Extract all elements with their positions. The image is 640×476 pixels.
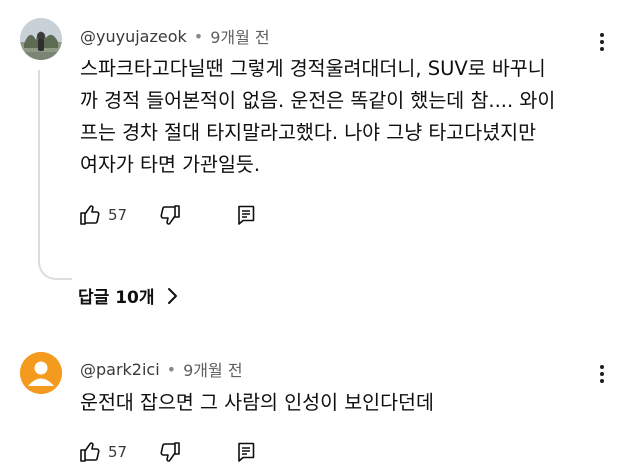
default-avatar-icon (20, 352, 62, 394)
like-button[interactable] (78, 203, 102, 227)
replies-toggle[interactable]: 답글 10개 (78, 283, 179, 308)
more-vert-icon[interactable] (592, 28, 612, 56)
dislike-button[interactable] (158, 203, 182, 227)
thread-connector (38, 70, 72, 280)
reply-button[interactable] (234, 203, 258, 227)
comment-actions: 57 (78, 203, 258, 227)
comment-meta: @yuyujazeok • 9개월 전 (80, 24, 270, 48)
comment-author[interactable]: @yuyujazeok (80, 27, 187, 46)
thumb-up-icon (78, 203, 102, 227)
avatar-photo (20, 18, 62, 60)
thumb-up-icon (78, 440, 102, 464)
comment-text: 스파크타고다닐땐 그렇게 경적울려대더니, SUV로 바꾸니 까 경적 들어본적… (80, 53, 610, 181)
more-vert-icon[interactable] (592, 360, 612, 388)
comment-text-line: 스파크타고다닐땐 그렇게 경적울려대더니, SUV로 바꾸니 (80, 57, 546, 80)
replies-label: 답글 10개 (78, 288, 155, 308)
comment-timestamp[interactable]: 9개월 전 (210, 24, 269, 48)
reply-button[interactable] (234, 440, 258, 464)
comment-meta: @park2ici • 9개월 전 (80, 357, 243, 381)
chevron-right-icon (167, 287, 179, 305)
comment-text-line: 프는 경차 절대 타지말라고했다. 나야 그냥 타고다녔지만 (80, 121, 537, 144)
comment-timestamp[interactable]: 9개월 전 (183, 357, 242, 381)
comment-text-line: 까 경적 들어본적이 없음. 운전은 똑같이 했는데 참.... 와이 (80, 89, 556, 112)
comment-text-line: 여자가 타면 가관일듯. (80, 153, 261, 176)
comment-actions: 57 (78, 440, 258, 464)
comment-author[interactable]: @park2ici (80, 360, 160, 379)
reply-icon (234, 203, 258, 227)
meta-separator: • (166, 359, 177, 379)
meta-separator: • (193, 26, 204, 46)
reply-icon (234, 440, 258, 464)
like-count: 57 (108, 206, 128, 224)
comment-text: 운전대 잡으면 그 사람의 인성이 보인다던데 (80, 391, 434, 414)
thumb-down-icon (158, 203, 182, 227)
like-button[interactable] (78, 440, 102, 464)
thumb-down-icon (158, 440, 182, 464)
avatar[interactable] (20, 352, 62, 394)
avatar[interactable] (20, 18, 62, 60)
dislike-button[interactable] (158, 440, 182, 464)
like-count: 57 (108, 443, 128, 461)
